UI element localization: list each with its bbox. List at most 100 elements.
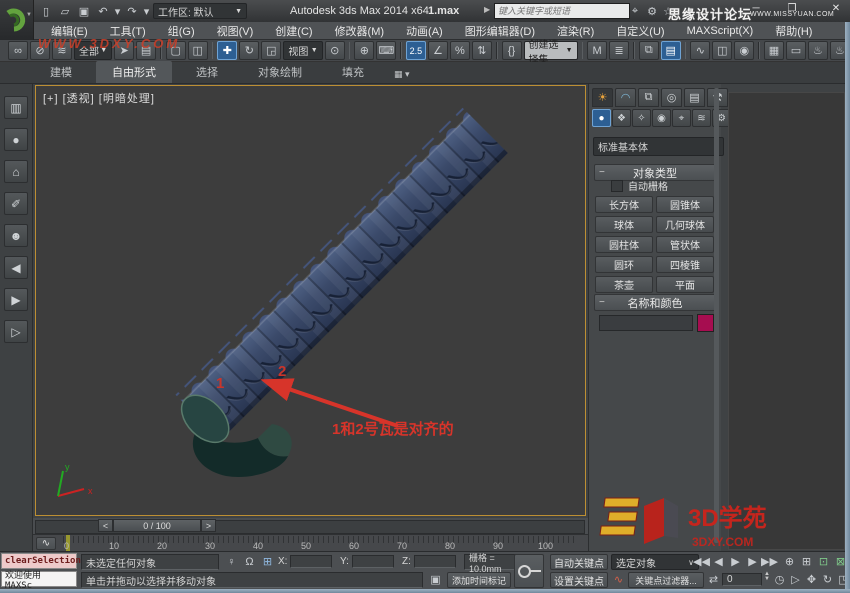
angle-snap-icon[interactable]: ∠: [428, 41, 448, 60]
search-expand-icon[interactable]: ▶: [484, 5, 490, 14]
tab-modify-icon[interactable]: ◠: [615, 88, 636, 107]
button-box[interactable]: 长方体: [595, 196, 653, 213]
minimize-button[interactable]: ─: [746, 1, 766, 15]
object-color-swatch[interactable]: [697, 314, 714, 332]
time-slider-handle[interactable]: 0 / 100: [113, 519, 201, 532]
set-keys-button[interactable]: [514, 554, 544, 588]
category-geometry-icon[interactable]: ●: [592, 109, 611, 127]
key-target-dropdown[interactable]: 选定对象∨: [611, 554, 699, 570]
y-coordinate-field[interactable]: [352, 555, 394, 568]
select-and-scale-icon[interactable]: ◲: [261, 41, 281, 60]
unlink-selection-icon[interactable]: ⊘: [30, 41, 50, 60]
sphere-tool-icon[interactable]: ●: [4, 128, 28, 151]
logo-dropdown-icon[interactable]: ▼: [26, 12, 32, 18]
snap-toggle-2-5-icon[interactable]: 2.5: [406, 41, 426, 60]
select-object-icon[interactable]: ➤: [114, 41, 134, 60]
zoom-icon[interactable]: ⊕: [782, 554, 797, 569]
object-type-dropdown[interactable]: 标准基本体 ∨: [593, 137, 724, 156]
set-key-button[interactable]: 设置关键点: [550, 572, 608, 588]
category-lights-icon[interactable]: ✧: [632, 109, 651, 127]
play-animation-icon[interactable]: ▶: [728, 554, 743, 569]
viewport-canvas[interactable]: 1 2 1和2号瓦是对齐的 x y: [36, 86, 585, 515]
category-shapes-icon[interactable]: ❖: [612, 109, 631, 127]
viewport-layout-icon[interactable]: ▥: [4, 96, 28, 119]
autogrid-checkbox[interactable]: [611, 180, 623, 192]
button-teapot[interactable]: 茶壶: [595, 276, 653, 293]
frame-spinner[interactable]: ▲▼: [764, 572, 770, 582]
button-plane[interactable]: 平面: [656, 276, 714, 293]
menu-tools[interactable]: 工具(T): [99, 23, 157, 39]
zoom-extents-icon[interactable]: ⊡: [816, 554, 831, 569]
key-filters-button[interactable]: 关键点过滤器...: [628, 572, 704, 588]
keyboard-shortcut-override-icon[interactable]: ⌨: [376, 41, 396, 60]
key-mode-toggle-icon[interactable]: ⇄: [706, 572, 721, 587]
menu-help[interactable]: 帮助(H): [764, 23, 823, 39]
selection-filter-dropdown[interactable]: 全部▼: [74, 41, 112, 60]
character-tool-icon[interactable]: ☻: [4, 224, 28, 247]
named-selection-dropdown[interactable]: 创建选择集▼: [524, 41, 578, 60]
step-forward-gear-icon[interactable]: ▷: [4, 320, 28, 343]
current-frame-field[interactable]: [722, 573, 762, 586]
pan-hand-icon[interactable]: ✥: [804, 572, 819, 587]
rectangular-selection-region-icon[interactable]: ▢: [166, 41, 186, 60]
viewport-menu-shading[interactable]: [明暗处理]: [99, 93, 155, 105]
material-editor-icon[interactable]: ◉: [734, 41, 754, 60]
menu-group[interactable]: 组(G): [157, 23, 206, 39]
button-pyramid[interactable]: 四棱锥: [656, 256, 714, 273]
add-time-tag-button[interactable]: 添加时间标记: [447, 572, 511, 588]
collapse-icon[interactable]: −: [599, 297, 605, 308]
default-in-out-tangents-icon[interactable]: ∿: [611, 572, 626, 587]
category-cameras-icon[interactable]: ◉: [652, 109, 671, 127]
undo-icon[interactable]: ↶: [95, 3, 111, 19]
undo-dropdown-icon[interactable]: ▾: [114, 3, 121, 19]
redo-dropdown-icon[interactable]: ▾: [143, 3, 150, 19]
schematic-view-icon[interactable]: ◫: [712, 41, 732, 60]
z-coordinate-field[interactable]: [414, 555, 456, 568]
select-and-move-icon[interactable]: ✚: [217, 41, 237, 60]
go-to-end-icon[interactable]: ▶▶: [762, 554, 777, 569]
use-pivot-point-center-icon[interactable]: ⊙: [325, 41, 345, 60]
cloth-tool-icon[interactable]: ⌂: [4, 160, 28, 183]
mini-curve-editor-button[interactable]: ∿: [36, 537, 56, 550]
collapse-icon[interactable]: −: [599, 167, 605, 178]
menu-maxscript[interactable]: MAXScript(X): [676, 25, 765, 37]
next-frame-icon[interactable]: ▶: [745, 554, 760, 569]
menu-modifiers[interactable]: 修改器(M): [324, 23, 396, 39]
search-binoculars-icon[interactable]: ⌖: [627, 3, 643, 19]
menu-customize[interactable]: 自定义(U): [605, 23, 675, 39]
select-by-name-icon[interactable]: ▤: [136, 41, 156, 60]
menu-views[interactable]: 视图(V): [206, 23, 265, 39]
maximize-button[interactable]: ❒: [782, 1, 802, 15]
select-and-link-icon[interactable]: ∞: [8, 41, 28, 60]
rollout-name-color[interactable]: − 名称和颜色: [594, 294, 716, 311]
align-icon[interactable]: ≣: [609, 41, 629, 60]
category-helpers-icon[interactable]: ⌖: [672, 109, 691, 127]
edit-named-selection-sets-icon[interactable]: {}: [502, 41, 522, 60]
tab-object-paint[interactable]: 对象绘制: [242, 61, 318, 83]
select-and-rotate-icon[interactable]: ↻: [239, 41, 259, 60]
help-wrench-icon[interactable]: ⚙: [644, 3, 660, 19]
render-production-icon[interactable]: ♨: [808, 41, 828, 60]
bind-to-space-warp-icon[interactable]: ≋: [52, 41, 72, 60]
roof-tile-row[interactable]: [166, 108, 510, 452]
step-back-gear-icon[interactable]: ◀: [4, 256, 28, 279]
reference-coordinate-dropdown[interactable]: 视图▼: [283, 41, 322, 60]
workspace-dropdown[interactable]: 工作区: 默认 ▼: [153, 3, 247, 19]
viewport-menu-plus[interactable]: [+]: [43, 93, 59, 105]
search-input[interactable]: [494, 3, 630, 19]
previous-frame-icon[interactable]: ◀: [711, 554, 726, 569]
tab-display-icon[interactable]: ▤: [684, 88, 705, 107]
next-frame-button[interactable]: >: [201, 519, 216, 532]
category-spacewarps-icon[interactable]: ≋: [692, 109, 711, 127]
open-file-icon[interactable]: ▱: [57, 3, 73, 19]
render-setup-icon[interactable]: ▦: [764, 41, 784, 60]
x-coordinate-field[interactable]: [290, 555, 332, 568]
window-crossing-icon[interactable]: ◫: [188, 41, 208, 60]
ribbon-minimize-icon[interactable]: ▦ ▾: [388, 66, 416, 83]
absolute-mode-icon[interactable]: ⊞: [260, 554, 275, 569]
go-to-start-icon[interactable]: ◀◀: [694, 554, 709, 569]
maxscript-mini-listener-white[interactable]: 欢迎使用 MAXSc: [1, 571, 77, 587]
save-file-icon[interactable]: ▣: [76, 3, 92, 19]
time-configuration-icon[interactable]: ◷: [772, 572, 787, 587]
field-of-view-icon[interactable]: ▷: [788, 572, 803, 587]
